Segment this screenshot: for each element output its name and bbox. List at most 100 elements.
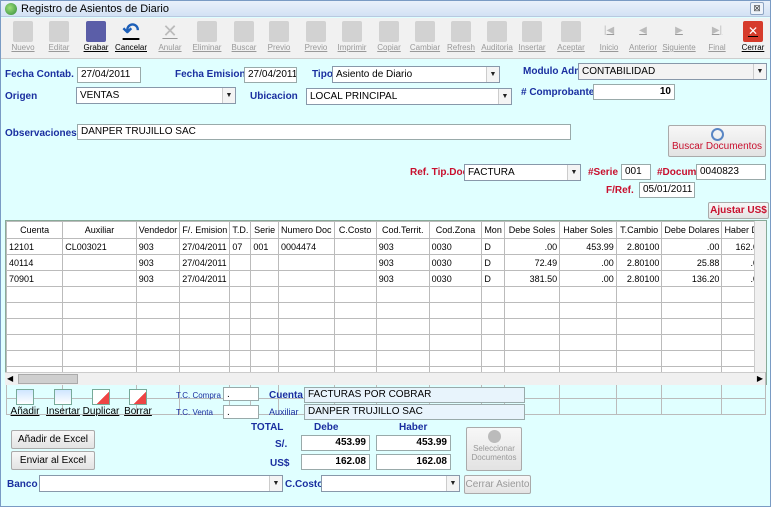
chevron-down-icon[interactable]: ▼ bbox=[498, 89, 511, 104]
table-cell[interactable] bbox=[278, 334, 335, 351]
table-row-empty[interactable] bbox=[5, 302, 766, 319]
table-cell[interactable] bbox=[179, 302, 231, 319]
table-cell[interactable] bbox=[333, 302, 377, 319]
table-cell[interactable] bbox=[661, 334, 723, 351]
table-cell[interactable]: .00 bbox=[661, 238, 723, 255]
toolbar-button-aceptar[interactable]: Aceptar bbox=[553, 19, 589, 58]
table-cell[interactable] bbox=[333, 286, 377, 303]
column-header[interactable]: Vendedor bbox=[135, 221, 181, 239]
table-cell[interactable] bbox=[250, 350, 280, 367]
table-cell[interactable] bbox=[229, 254, 252, 271]
table-cell[interactable]: 12101 bbox=[5, 238, 64, 255]
table-cell[interactable] bbox=[135, 350, 181, 367]
table-cell[interactable] bbox=[615, 334, 663, 351]
toolbar-button-insertar[interactable]: Insertar bbox=[514, 19, 550, 58]
column-header[interactable]: Mon bbox=[481, 221, 505, 239]
table-cell[interactable] bbox=[250, 254, 280, 271]
fecha-emision-field[interactable]: 27/04/2011 bbox=[244, 67, 297, 83]
table-cell[interactable] bbox=[179, 286, 231, 303]
toolbar-button-refresh[interactable]: Refresh bbox=[443, 19, 479, 58]
table-cell[interactable]: 0030 bbox=[428, 270, 483, 287]
table-cell[interactable] bbox=[333, 318, 377, 335]
modulo-select[interactable]: CONTABILIDAD ▼ bbox=[578, 63, 767, 80]
table-cell[interactable] bbox=[428, 350, 483, 367]
table-cell[interactable]: 903 bbox=[375, 254, 430, 271]
vertical-scrollbar[interactable] bbox=[754, 221, 766, 372]
table-cell[interactable] bbox=[5, 318, 64, 335]
table-row-empty[interactable] bbox=[5, 286, 766, 303]
table-cell[interactable] bbox=[375, 302, 430, 319]
row-button-insertar[interactable]: Insertar bbox=[45, 389, 81, 421]
table-cell[interactable] bbox=[229, 350, 252, 367]
table-cell[interactable] bbox=[559, 398, 617, 415]
table-cell[interactable] bbox=[278, 270, 335, 287]
table-cell[interactable]: 2.80100 bbox=[615, 270, 663, 287]
entries-grid[interactable]: Cuenta Auxiliar Vendedor F/. Emision T.D. Ser… bbox=[5, 220, 767, 415]
table-cell[interactable] bbox=[278, 350, 335, 367]
table-cell[interactable] bbox=[5, 302, 64, 319]
table-cell[interactable] bbox=[661, 318, 723, 335]
toolbar-button-inicio[interactable]: |◀ Inicio bbox=[591, 19, 627, 58]
toolbar-button-copiar[interactable]: Copiar bbox=[371, 19, 407, 58]
table-cell[interactable] bbox=[503, 318, 561, 335]
table-cell[interactable] bbox=[62, 302, 137, 319]
table-cell[interactable] bbox=[428, 302, 483, 319]
table-cell[interactable] bbox=[375, 286, 430, 303]
toolbar-button-final[interactable]: ▶| Final bbox=[699, 19, 735, 58]
toolbar-button-editar[interactable]: Editar bbox=[41, 19, 77, 58]
table-cell[interactable]: 27/04/2011 bbox=[179, 238, 231, 255]
table-cell[interactable] bbox=[661, 350, 723, 367]
table-cell[interactable] bbox=[62, 270, 137, 287]
table-cell[interactable] bbox=[333, 238, 377, 255]
table-cell[interactable] bbox=[615, 302, 663, 319]
chevron-down-icon[interactable]: ▼ bbox=[753, 64, 766, 79]
table-cell[interactable]: 2.80100 bbox=[615, 238, 663, 255]
column-header[interactable]: Cuenta bbox=[5, 221, 64, 239]
table-cell[interactable] bbox=[5, 286, 64, 303]
column-header[interactable]: F/. Emision bbox=[179, 221, 231, 239]
tipo-select[interactable]: Asiento de Diario ▼ bbox=[332, 66, 500, 83]
table-cell[interactable]: 70901 bbox=[5, 270, 64, 287]
column-header[interactable]: Numero Doc bbox=[278, 221, 335, 239]
column-header[interactable]: T.D. bbox=[229, 221, 252, 239]
window-close-button[interactable]: ⊠ bbox=[750, 2, 764, 15]
tc-venta-field[interactable]: . bbox=[223, 405, 259, 419]
f-ref-field[interactable]: 05/01/2011 bbox=[639, 182, 695, 198]
table-cell[interactable] bbox=[229, 318, 252, 335]
column-header[interactable]: Debe Dolares bbox=[661, 221, 723, 239]
column-header[interactable]: Cod.Territ. bbox=[375, 221, 430, 239]
table-cell[interactable] bbox=[250, 318, 280, 335]
toolbar-button-cambiar[interactable]: Cambiar bbox=[407, 19, 443, 58]
table-cell[interactable] bbox=[135, 318, 181, 335]
table-cell[interactable]: .00 bbox=[559, 270, 617, 287]
seleccionar-documentos-button[interactable]: Seleccionar Documentos bbox=[466, 427, 522, 471]
toolbar-button-siguiente[interactable]: ▶ Siguiente bbox=[661, 19, 697, 58]
table-cell[interactable]: 903 bbox=[135, 270, 181, 287]
table-cell[interactable] bbox=[428, 334, 483, 351]
toolbar-button-previo[interactable]: Previo bbox=[261, 19, 297, 58]
table-cell[interactable] bbox=[503, 302, 561, 319]
table-cell[interactable]: D bbox=[481, 270, 505, 287]
table-cell[interactable] bbox=[559, 286, 617, 303]
table-cell[interactable] bbox=[559, 334, 617, 351]
table-cell[interactable] bbox=[481, 350, 505, 367]
table-cell[interactable] bbox=[661, 302, 723, 319]
table-cell[interactable] bbox=[229, 270, 252, 287]
table-cell[interactable] bbox=[179, 350, 231, 367]
table-cell[interactable]: 453.99 bbox=[559, 238, 617, 255]
table-cell[interactable] bbox=[229, 302, 252, 319]
toolbar-button-grabar[interactable]: Grabar bbox=[78, 19, 114, 58]
row-button-duplicar[interactable]: Duplicar bbox=[82, 389, 120, 421]
table-cell[interactable] bbox=[481, 286, 505, 303]
table-cell[interactable] bbox=[559, 350, 617, 367]
table-cell[interactable] bbox=[481, 318, 505, 335]
chevron-down-icon[interactable]: ▼ bbox=[269, 476, 282, 491]
column-header[interactable]: Haber Soles bbox=[559, 221, 617, 239]
table-cell[interactable]: 001 bbox=[250, 238, 280, 255]
buscar-documentos-button[interactable]: Buscar Documentos bbox=[668, 125, 766, 157]
ref-tip-doc-select[interactable]: FACTURA ▼ bbox=[464, 164, 581, 181]
table-cell[interactable] bbox=[375, 318, 430, 335]
table-cell[interactable] bbox=[333, 350, 377, 367]
table-cell[interactable] bbox=[428, 318, 483, 335]
table-row[interactable]: 12101 CL003021 903 27/04/2011 07 001 0004474 90… bbox=[5, 238, 766, 255]
